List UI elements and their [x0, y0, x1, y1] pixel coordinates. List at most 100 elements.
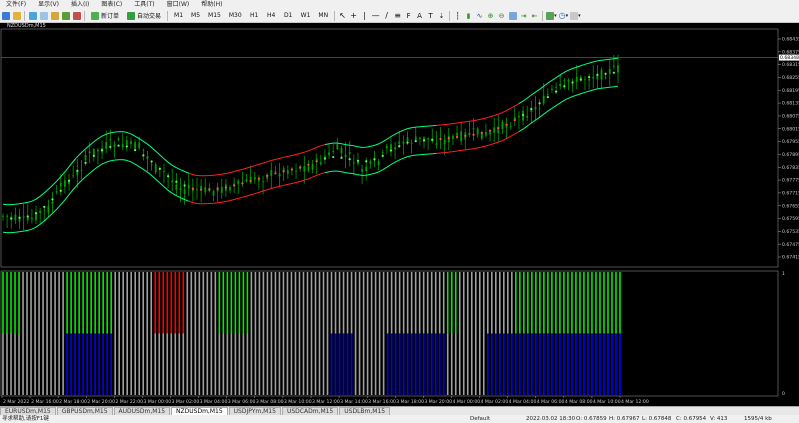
menu-file[interactable]: 文件(F) — [0, 0, 32, 9]
chart-canvas[interactable]: 0.68435 0.68375 0.68315 0.68255 0.68195 0.681… — [0, 23, 799, 406]
midline-dot — [546, 96, 549, 99]
tile-windows-button[interactable] — [508, 10, 517, 21]
candlestick-button[interactable]: ▮ — [464, 10, 473, 21]
market-watch-button[interactable] — [28, 10, 37, 21]
midline-dot — [480, 131, 483, 135]
time-label: 2 Mar 20:00 — [87, 399, 115, 405]
arrow-button[interactable]: ⇣ — [437, 10, 446, 21]
profiles-button[interactable] — [12, 10, 21, 21]
cursor-button[interactable]: ↖ — [338, 10, 347, 21]
candle-body — [47, 206, 50, 213]
candle-body — [612, 65, 615, 67]
candle-body — [344, 154, 347, 157]
time-label: 2 Mar 22:00 — [115, 399, 143, 405]
zoom-out-button[interactable]: ⊖ — [497, 10, 506, 21]
midline-dot — [439, 137, 442, 141]
timeframe-m15[interactable]: M15 — [205, 10, 224, 21]
timeframe-m1[interactable]: M1 — [171, 10, 186, 21]
trendline-button[interactable]: / — [382, 10, 391, 21]
label-button[interactable]: T — [426, 10, 435, 21]
bar-chart-button[interactable]: ┇ — [453, 10, 462, 21]
menu-help[interactable]: 帮助(H) — [195, 0, 228, 9]
midline-dot — [10, 217, 13, 220]
chart-shift-button[interactable]: ⇤ — [530, 10, 539, 21]
toolbar-divider — [542, 10, 544, 21]
candle-body — [571, 84, 574, 86]
midline-dot — [100, 149, 104, 152]
menu-insert[interactable]: 插入(I) — [65, 0, 95, 9]
timeframe-m30[interactable]: M30 — [226, 10, 245, 21]
timeframe-m5[interactable]: M5 — [188, 10, 203, 21]
dropdown-arrow-icon: ▾ — [565, 12, 569, 19]
candle-body — [398, 141, 401, 144]
chart-window[interactable]: 0.68435 0.68375 0.68315 0.68255 0.68195 0.681… — [0, 23, 799, 406]
channel-button[interactable]: ≡ — [393, 10, 402, 21]
timeframe-h1[interactable]: H1 — [247, 10, 262, 21]
midline-dot — [233, 184, 236, 187]
price-label: 0.67535 — [782, 229, 799, 235]
fibonacci-button[interactable]: F — [404, 10, 413, 21]
timeframe-d1[interactable]: D1 — [281, 10, 296, 21]
navigator-button[interactable] — [50, 10, 59, 21]
candle-body — [14, 214, 17, 221]
timeframe-w1[interactable]: W1 — [298, 10, 314, 21]
status-help: 寻求帮助,请按F1键 — [2, 416, 49, 422]
midline-dot — [84, 161, 87, 164]
midline-dot — [563, 85, 566, 88]
midline-dot — [92, 154, 95, 157]
candle-body — [150, 164, 153, 166]
cursor-icon: ↖ — [339, 11, 346, 20]
menu-charts[interactable]: 图表(C) — [95, 0, 128, 9]
zoom-in-icon: ⊕ — [487, 11, 494, 20]
midline-dot — [183, 184, 186, 187]
candle-body — [592, 76, 595, 79]
line-chart-button[interactable]: ∿ — [475, 10, 484, 21]
indicators-button[interactable]: ▾ — [546, 10, 557, 21]
midline-dot — [588, 75, 591, 79]
candle-body — [88, 151, 91, 154]
new-order-button[interactable]: 新订单 — [88, 10, 122, 21]
vertical-line-button[interactable]: | — [360, 10, 369, 21]
time-label: 3 Mar 14:00 — [340, 399, 368, 405]
data-window-button[interactable] — [39, 10, 48, 21]
candle-body — [97, 150, 99, 152]
dropdown-arrow-icon: ▾ — [554, 12, 557, 19]
candle-body — [546, 94, 549, 95]
candle-body — [563, 80, 566, 82]
candle-body — [212, 190, 215, 196]
midline-dot — [76, 169, 79, 172]
menu-tools[interactable]: 工具(T) — [128, 0, 160, 9]
autotrading-button[interactable]: 自动交易 — [124, 10, 164, 21]
bar-chart-icon: ┇ — [455, 11, 460, 20]
new-chart-button[interactable] — [1, 10, 10, 21]
strategy-tester-button[interactable] — [72, 10, 81, 21]
candle-body — [319, 162, 322, 165]
templates-button[interactable]: ▾ — [570, 10, 581, 21]
periods-button[interactable]: ◷ ▾ — [559, 10, 569, 21]
text-button[interactable]: A — [415, 10, 424, 21]
candle-body — [187, 184, 190, 189]
horizontal-line-button[interactable]: — — [371, 10, 380, 21]
timeframe-h4[interactable]: H4 — [264, 10, 279, 21]
toolbar-divider — [84, 10, 85, 21]
time-label: 4 Mar 02:00 — [481, 399, 509, 405]
zoom-in-button[interactable]: ⊕ — [486, 10, 495, 21]
time-label: 3 Mar 10:00 — [284, 399, 312, 405]
candle-body — [253, 177, 256, 180]
crosshair-button[interactable]: + — [349, 10, 358, 21]
price-label: 0.67835 — [782, 165, 799, 171]
midline-dot — [521, 113, 525, 117]
candle-body — [262, 181, 264, 183]
midline-dot — [389, 149, 393, 152]
time-label: 3 Mar 08:00 — [256, 399, 284, 405]
timeframe-mn[interactable]: MN — [315, 10, 331, 21]
candle-body — [538, 108, 541, 110]
autoscroll-button[interactable]: ⇥ — [519, 10, 528, 21]
menu-view[interactable]: 显示(V) — [32, 0, 65, 9]
midline-dot — [307, 163, 310, 166]
candle-body — [542, 95, 545, 104]
menu-window[interactable]: 窗口(W) — [161, 0, 196, 9]
midline-dot — [381, 154, 384, 157]
terminal-button[interactable] — [61, 10, 70, 21]
price-label: 0.67595 — [782, 216, 799, 222]
